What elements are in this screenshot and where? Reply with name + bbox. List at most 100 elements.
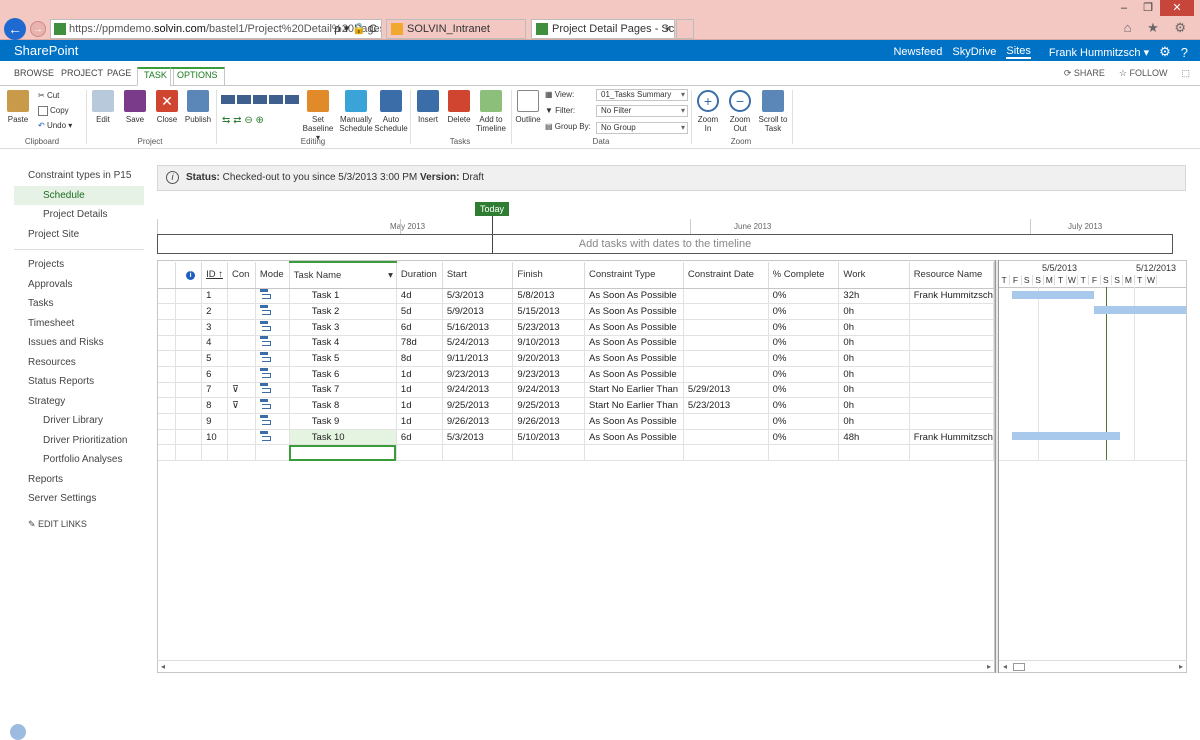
cell-finish[interactable]: 5/8/2013 xyxy=(512,288,585,305)
cell-id[interactable]: 2 xyxy=(201,303,228,320)
cell-constraint-type[interactable]: Start No Earlier Than xyxy=(584,382,684,399)
cell-constraint-type[interactable]: As Soon As Possible xyxy=(584,413,684,430)
percent-50-icon[interactable] xyxy=(253,95,267,104)
cell-duration[interactable]: 1d xyxy=(396,366,443,383)
focus-content-icon[interactable]: ⬚ xyxy=(1181,68,1190,79)
col-header-id[interactable]: ID ↑ xyxy=(201,262,228,289)
nav-item-tasks[interactable]: Tasks xyxy=(14,294,144,314)
cell-start[interactable]: 5/3/2013 xyxy=(442,429,514,446)
row-selector[interactable] xyxy=(158,288,177,305)
table-row[interactable]: 7 ⊽ Task 7 1d 9/24/2013 9/24/2013 Start No Ear… xyxy=(158,382,994,399)
cell-task-name[interactable]: Task 5 xyxy=(289,350,397,367)
cell-resource-name[interactable] xyxy=(909,335,994,352)
nav-item-portfolio-analyses[interactable]: Portfolio Analyses xyxy=(14,450,144,470)
zoom-in-button[interactable]: + Zoom In xyxy=(694,90,722,133)
row-selector[interactable] xyxy=(158,366,177,383)
cell-finish[interactable]: 9/25/2013 xyxy=(512,397,585,414)
cell-mode[interactable] xyxy=(255,350,290,367)
indicator-cell[interactable] xyxy=(175,288,203,305)
cell-id[interactable]: 5 xyxy=(201,350,228,367)
cell-resource-name[interactable] xyxy=(909,397,994,414)
insert-task-button[interactable]: Insert xyxy=(414,90,442,124)
empty-cell[interactable] xyxy=(442,444,514,462)
cell-work[interactable]: 0h xyxy=(838,303,910,320)
indicators-header[interactable]: i xyxy=(175,262,203,289)
cell-constraint-type[interactable]: As Soon As Possible xyxy=(584,288,684,305)
cell-constraint-indicator[interactable]: ⊽ xyxy=(227,382,256,399)
new-task-name-cell[interactable] xyxy=(289,444,397,462)
notification-icon[interactable] xyxy=(10,724,26,740)
cell-task-name[interactable]: Task 10 xyxy=(289,429,397,446)
row-selector[interactable] xyxy=(158,350,177,367)
row-selector[interactable] xyxy=(158,382,177,399)
cell-constraint-type[interactable]: As Soon As Possible xyxy=(584,319,684,336)
empty-cell[interactable] xyxy=(255,444,290,462)
undo-button[interactable]: ↶ Undo ▾ xyxy=(38,121,72,130)
nav-item-status-reports[interactable]: Status Reports xyxy=(14,372,144,392)
cell-task-name[interactable]: Task 3 xyxy=(289,319,397,336)
cell-work[interactable]: 0h xyxy=(838,335,910,352)
cell-duration[interactable]: 8d xyxy=(396,350,443,367)
table-row[interactable]: 5 Task 5 8d 9/11/2013 9/20/2013 As Soon As Po… xyxy=(158,350,994,367)
cell-task-name[interactable]: Task 4 xyxy=(289,335,397,352)
nav-item-approvals[interactable]: Approvals xyxy=(14,275,144,295)
cell-mode[interactable] xyxy=(255,319,290,336)
gantt-scroll-thumb[interactable] xyxy=(1013,663,1025,671)
col-header-work[interactable]: Work xyxy=(838,262,910,289)
nav-item-constraint-types[interactable]: Constraint types in P15 xyxy=(14,166,144,186)
cell-start[interactable]: 9/24/2013 xyxy=(442,382,514,399)
cell-resource-name[interactable] xyxy=(909,350,994,367)
col-header-resource-name[interactable]: Resource Name xyxy=(909,262,994,289)
cell-mode[interactable] xyxy=(255,397,290,414)
tab-close-icon[interactable]: × xyxy=(665,20,671,38)
zoom-out-button[interactable]: − Zoom Out xyxy=(726,90,754,133)
gear-icon[interactable]: ⚙ xyxy=(1159,44,1171,60)
cell-constraint-indicator[interactable] xyxy=(227,413,256,430)
nav-item-driver-prioritization[interactable]: Driver Prioritization xyxy=(14,431,144,451)
cell-mode[interactable] xyxy=(255,413,290,430)
cell-id[interactable]: 10 xyxy=(201,429,228,446)
cell-constraint-date[interactable] xyxy=(683,366,769,383)
cell-resource-name[interactable] xyxy=(909,319,994,336)
new-tab-button[interactable] xyxy=(676,19,694,39)
scroll-right-icon[interactable]: ▸ xyxy=(987,662,991,671)
cell-work[interactable]: 0h xyxy=(838,366,910,383)
cell-duration[interactable]: 1d xyxy=(396,413,443,430)
cell-task-name[interactable]: Task 2 xyxy=(289,303,397,320)
table-row[interactable]: 2 Task 2 5d 5/9/2013 5/15/2013 As Soon As Pos… xyxy=(158,303,994,320)
table-row-empty[interactable] xyxy=(158,444,994,462)
cell-mode[interactable] xyxy=(255,366,290,383)
cell-finish[interactable]: 5/10/2013 xyxy=(512,429,585,446)
chevron-down-icon[interactable]: ▾ xyxy=(388,270,393,281)
cell-percent-complete[interactable]: 0% xyxy=(768,288,840,305)
cell-duration[interactable]: 1d xyxy=(396,382,443,399)
table-row[interactable]: 6 Task 6 1d 9/23/2013 9/23/2013 As Soon As Po… xyxy=(158,366,994,383)
col-header-duration[interactable]: Duration xyxy=(396,262,443,289)
nav-item-issues-risks[interactable]: Issues and Risks xyxy=(14,333,144,353)
cell-constraint-indicator[interactable] xyxy=(227,303,256,320)
delete-task-button[interactable]: Delete xyxy=(445,90,473,124)
cell-duration[interactable]: 78d xyxy=(396,335,443,352)
nav-item-resources[interactable]: Resources xyxy=(14,353,144,373)
indicator-cell[interactable] xyxy=(175,350,203,367)
cell-duration[interactable]: 6d xyxy=(396,429,443,446)
cell-percent-complete[interactable]: 0% xyxy=(768,397,840,414)
cell-constraint-indicator[interactable] xyxy=(227,288,256,305)
cell-constraint-type[interactable]: Start No Earlier Than xyxy=(584,397,684,414)
cell-percent-complete[interactable]: 0% xyxy=(768,413,840,430)
cell-mode[interactable] xyxy=(255,382,290,399)
cell-constraint-date[interactable] xyxy=(683,319,769,336)
skydrive-link[interactable]: SkyDrive xyxy=(952,46,996,58)
col-header-task-name[interactable]: Task Name ▾ xyxy=(289,261,397,289)
empty-cell[interactable] xyxy=(227,444,256,462)
cell-constraint-indicator[interactable] xyxy=(227,429,256,446)
tab-task[interactable]: TASK xyxy=(137,67,174,86)
col-header-constraint-date[interactable]: Constraint Date xyxy=(683,262,769,289)
view-dropdown[interactable]: 01_Tasks Summary xyxy=(596,89,688,101)
empty-cell[interactable] xyxy=(512,444,585,462)
cell-constraint-type[interactable]: As Soon As Possible xyxy=(584,335,684,352)
nav-item-server-settings[interactable]: Server Settings xyxy=(14,489,144,509)
cell-mode[interactable] xyxy=(255,303,290,320)
sharepoint-brand[interactable]: SharePoint xyxy=(14,43,78,58)
cell-work[interactable]: 48h xyxy=(838,429,910,446)
